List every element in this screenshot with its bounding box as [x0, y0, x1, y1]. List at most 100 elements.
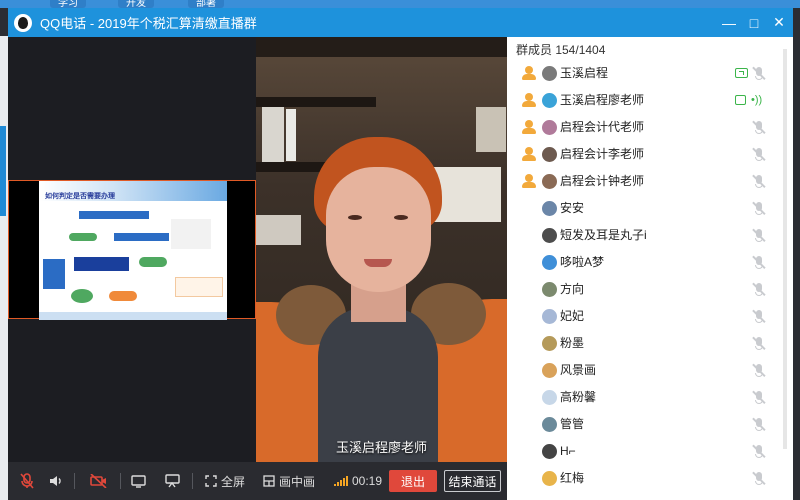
exit-button[interactable]: 退出: [389, 470, 437, 492]
member-name: 哆啦A梦: [560, 255, 605, 269]
camera-off-icon[interactable]: [86, 462, 112, 500]
speaker-icon[interactable]: [44, 462, 68, 500]
screen-share-view[interactable]: 如何判定是否需要办理: [8, 180, 256, 320]
avatar: [542, 309, 557, 324]
avatar: [542, 147, 557, 162]
member-panel: 群成员 154/1404 玉溪启程玉溪启程廖老师 •)) 启程会计代老师 启程会计李老…: [507, 37, 793, 500]
shared-slide: 如何判定是否需要办理: [39, 181, 227, 320]
screen-share-icon[interactable]: [126, 462, 150, 500]
mic-muted-icon: [752, 174, 766, 189]
background-tab: 学习: [50, 0, 86, 9]
member-row[interactable]: 粉墨: [507, 330, 793, 357]
close-button[interactable]: ✕: [766, 8, 792, 37]
mic-muted-icon: [752, 255, 766, 270]
member-name: 高粉馨: [560, 390, 597, 404]
mic-muted-icon: [752, 336, 766, 351]
signal-icon: [333, 476, 348, 486]
mic-muted-icon: [752, 201, 766, 216]
member-name: 妃妃: [560, 309, 585, 323]
speaker-video[interactable]: 玉溪启程廖老师: [256, 37, 507, 462]
member-name: 启程会计代老师: [560, 120, 645, 134]
background-tab: 部署: [188, 0, 224, 9]
avatar: [542, 444, 557, 459]
qq-logo-icon: [14, 13, 32, 32]
member-name: H⌐: [560, 444, 576, 458]
end-call-button[interactable]: 结束通话: [444, 470, 501, 492]
mic-muted-icon: [752, 444, 766, 459]
window-title: QQ电话 - 2019年个税汇算清缴直播群: [40, 16, 257, 31]
member-name: 管管: [560, 417, 585, 431]
member-count: 群成员 154/1404: [516, 43, 606, 57]
member-name: 启程会计李老师: [560, 147, 645, 161]
timer-text: 00:19: [351, 474, 383, 488]
avatar: [542, 228, 557, 243]
member-row[interactable]: 妃妃: [507, 303, 793, 330]
member-row[interactable]: 启程会计李老师: [507, 141, 793, 168]
call-toolbar: 全屏 画中画 00:19 退出 结束通话: [8, 462, 507, 500]
mic-muted-icon: [752, 147, 766, 162]
minimize-button[interactable]: —: [716, 8, 742, 37]
member-row[interactable]: H⌐: [507, 438, 793, 465]
pip-label: 画中画: [278, 474, 315, 489]
member-row[interactable]: 安安: [507, 195, 793, 222]
member-row[interactable]: 启程会计代老师: [507, 114, 793, 141]
fullscreen-label: 全屏: [220, 474, 245, 489]
member-name: 玉溪启程: [560, 66, 609, 80]
qq-call-screen: 学习 开发 部署 QQ电话 - 2019年个税汇算清缴直播群 — □ ✕ 如何判…: [0, 0, 800, 500]
mic-muted-icon: [752, 390, 766, 405]
admin-role-icon: [522, 120, 536, 134]
slide-title: 如何判定是否需要办理: [45, 193, 115, 200]
avatar: [542, 336, 557, 351]
member-row[interactable]: 风景画: [507, 357, 793, 384]
avatar: [542, 417, 557, 432]
avatar: [542, 120, 557, 135]
mic-muted-icon: [752, 228, 766, 243]
window-titlebar[interactable]: QQ电话 - 2019年个税汇算清缴直播群 — □ ✕: [8, 8, 793, 37]
member-row[interactable]: 哆啦A梦: [507, 249, 793, 276]
member-name: 短发及耳是丸子i: [560, 228, 647, 242]
mic-muted-icon: [752, 363, 766, 378]
mic-muted-icon: [752, 471, 766, 486]
fullscreen-button[interactable]: 全屏: [200, 462, 250, 500]
admin-role-icon: [522, 147, 536, 161]
member-row[interactable]: 玉溪启程: [507, 60, 793, 87]
video-status-icon: [735, 95, 746, 105]
maximize-button[interactable]: □: [741, 8, 767, 37]
member-name: 风景画: [560, 363, 597, 377]
call-area: 如何判定是否需要办理 玉溪启程廖老师 全屏 画中画 00:19 退出 结束通话: [8, 37, 507, 500]
member-name: 方向: [560, 282, 585, 296]
member-row[interactable]: 红梅: [507, 465, 793, 492]
mic-muted-icon: [752, 417, 766, 432]
member-scrollbar[interactable]: [783, 49, 787, 449]
background-window-edge: [0, 36, 8, 500]
member-row[interactable]: 启程会计钟老师: [507, 168, 793, 195]
avatar: [542, 255, 557, 270]
background-window-strip: 学习 开发 部署: [0, 0, 800, 9]
member-name: 启程会计钟老师: [560, 174, 645, 188]
presenter-icon[interactable]: [160, 462, 184, 500]
picture-in-picture-button[interactable]: 画中画: [260, 462, 318, 500]
member-row[interactable]: 玉溪启程廖老师 •)): [507, 87, 793, 114]
member-row[interactable]: 方向: [507, 276, 793, 303]
avatar: [542, 282, 557, 297]
member-row[interactable]: 短发及耳是丸子i: [507, 222, 793, 249]
admin-role-icon: [522, 66, 536, 80]
avatar: [542, 66, 557, 81]
speaking-icon: •)): [751, 94, 763, 106]
mic-muted-icon: [752, 282, 766, 297]
mic-muted-icon: [752, 120, 766, 135]
member-row[interactable]: 高粉馨: [507, 384, 793, 411]
avatar: [542, 93, 557, 108]
speaker-name-label: 玉溪启程廖老师: [335, 440, 427, 455]
avatar: [542, 471, 557, 486]
avatar: [542, 174, 557, 189]
member-row[interactable]: 管管: [507, 411, 793, 438]
avatar: [542, 201, 557, 216]
member-name: 玉溪启程廖老师: [560, 93, 645, 107]
mic-muted-icon: [752, 309, 766, 324]
call-timer: 00:19: [328, 462, 388, 500]
member-name: 红梅: [560, 471, 585, 485]
background-tab: 开发: [118, 0, 154, 9]
mic-muted-icon[interactable]: [14, 462, 40, 500]
admin-role-icon: [522, 93, 536, 107]
